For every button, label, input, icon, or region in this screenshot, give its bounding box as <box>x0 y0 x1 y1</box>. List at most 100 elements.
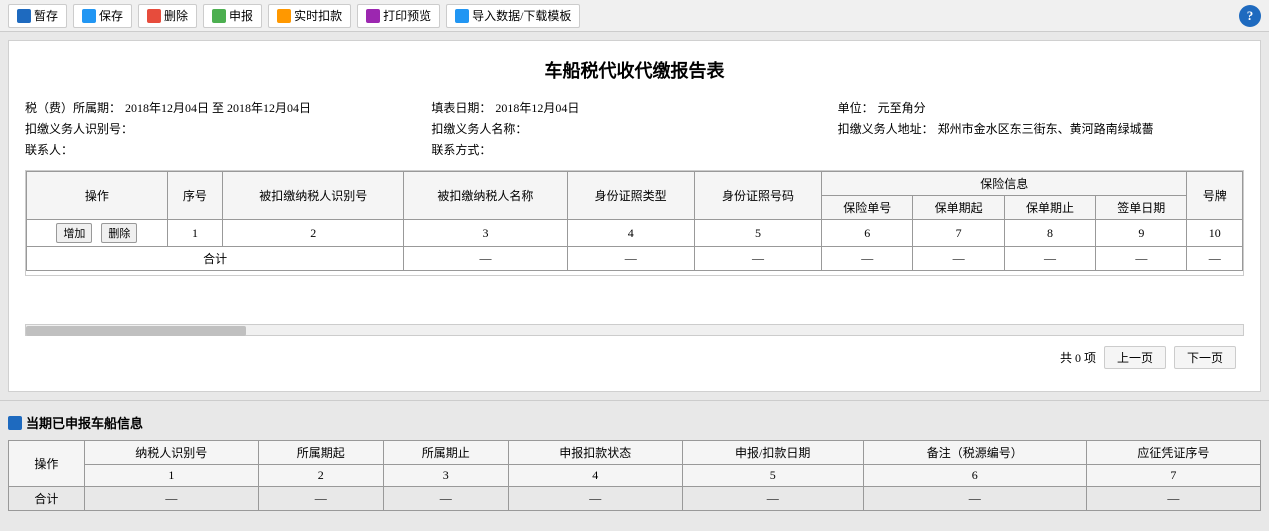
s2-summary-col6: — <box>682 487 863 511</box>
withhold-addr-value: 郑州市金水区东三街东、黄河路南绿城薔 <box>938 120 1154 137</box>
import-icon <box>455 9 469 23</box>
contact-method-label: 联系方式： <box>431 141 491 158</box>
table-cell-col10: 9 <box>1096 220 1187 247</box>
section2-header: 当期已申报车船信息 <box>8 413 1269 432</box>
table-cell-col4: 3 <box>404 220 567 247</box>
toolbar: 暂存 保存 删除 申报 实时扣款 打印预览 导入数据/下载模板 ? <box>0 0 1269 32</box>
tax-period-label: 税（费）所属期： <box>25 99 121 116</box>
pagination-total: 共 0 项 <box>1060 349 1096 366</box>
s2-summary-col2: — <box>84 487 258 511</box>
th-taxpayer-name: 被扣缴纳税人名称 <box>404 172 567 220</box>
s2-th-taxpayer-id: 纳税人识别号 <box>84 441 258 465</box>
section2-summary-row: 合计 — — — — — — — <box>9 487 1261 511</box>
print-preview-button[interactable]: 打印预览 <box>357 4 440 28</box>
s2-summary-col4: — <box>383 487 508 511</box>
temp-save-button[interactable]: 暂存 <box>8 4 67 28</box>
s2-th-status: 申报扣款状态 <box>508 441 682 465</box>
th-seq: 序号 <box>167 172 222 220</box>
submit-icon <box>212 9 226 23</box>
meta-row-3: 联系人： 联系方式： <box>25 141 1244 158</box>
main-content: 车船税代收代缴报告表 税（费）所属期： 2018年12月04日 至 2018年1… <box>8 40 1261 392</box>
tax-period-value: 2018年12月04日 至 2018年12月04日 <box>125 99 311 116</box>
help-button[interactable]: ? <box>1239 5 1261 27</box>
s2-th-num-4: 3 <box>383 465 508 487</box>
section2-table: 操作 纳税人识别号 所属期起 所属期止 申报扣款状态 申报/扣款日期 备注（税源… <box>8 440 1261 511</box>
meta-section: 税（费）所属期： 2018年12月04日 至 2018年12月04日 填表日期：… <box>25 99 1244 158</box>
prev-page-button[interactable]: 上一页 <box>1104 346 1166 369</box>
realtime-pay-button[interactable]: 实时扣款 <box>268 4 351 28</box>
delete-button[interactable]: 删除 <box>138 4 197 28</box>
th-id-no: 身份证照号码 <box>694 172 821 220</box>
s2-summary-col3: — <box>258 487 383 511</box>
summary-col4: — <box>404 247 567 271</box>
unit-cell: 单位： 元至角分 <box>838 99 1244 116</box>
main-table-scroll: 操作 序号 被扣缴纳税人识别号 被扣缴纳税人名称 身份证照类型 身份证照号码 保… <box>25 170 1244 276</box>
table-cell-col7: 6 <box>822 220 913 247</box>
horizontal-scrollbar[interactable] <box>25 324 1244 336</box>
s2-summary-col7: — <box>863 487 1086 511</box>
unit-value: 元至角分 <box>878 99 926 116</box>
contact-cell: 联系人： <box>25 141 431 158</box>
section2-header-row-1: 操作 纳税人识别号 所属期起 所属期止 申报扣款状态 申报/扣款日期 备注（税源… <box>9 441 1261 465</box>
s2-th-period-start: 所属期起 <box>258 441 383 465</box>
help-area: ? <box>1239 5 1261 27</box>
save-button[interactable]: 保存 <box>73 4 132 28</box>
th-sign-date: 签单日期 <box>1096 196 1187 220</box>
summary-col6: — <box>694 247 821 271</box>
pay-icon <box>277 9 291 23</box>
s2-th-num-3: 2 <box>258 465 383 487</box>
summary-col5: — <box>567 247 694 271</box>
submit-button[interactable]: 申报 <box>203 4 262 28</box>
withhold-id-cell: 扣缴义务人识别号： <box>25 120 431 137</box>
delete-icon <box>147 9 161 23</box>
s2-summary-col8: — <box>1086 487 1260 511</box>
table-cell-seq: 1 <box>167 220 222 247</box>
table-cell-col5: 4 <box>567 220 694 247</box>
main-table: 操作 序号 被扣缴纳税人识别号 被扣缴纳税人名称 身份证照类型 身份证照号码 保… <box>26 171 1243 271</box>
table-cell-col11: 10 <box>1187 220 1243 247</box>
import-data-button[interactable]: 导入数据/下载模板 <box>446 4 580 28</box>
print-icon <box>366 9 380 23</box>
summary-col10: — <box>1096 247 1187 271</box>
add-row-button[interactable]: 增加 <box>56 223 92 243</box>
summary-label: 合计 <box>27 247 404 271</box>
s2-th-remark: 备注（税源编号） <box>863 441 1086 465</box>
withhold-addr-label: 扣缴义务人地址： <box>838 120 934 137</box>
s2-th-num-7: 6 <box>863 465 1086 487</box>
s2-summary-label: 合计 <box>9 487 85 511</box>
delete-row-button[interactable]: 删除 <box>101 223 137 243</box>
table-cell-col6: 5 <box>694 220 821 247</box>
summary-col7: — <box>822 247 913 271</box>
s2-th-num-2: 1 <box>84 465 258 487</box>
empty-space <box>25 276 1244 324</box>
withhold-name-label: 扣缴义务人名称： <box>431 120 527 137</box>
s2-th-voucher: 应征凭证序号 <box>1086 441 1260 465</box>
th-plate: 号牌 <box>1187 172 1243 220</box>
summary-col8: — <box>913 247 1004 271</box>
s2-th-date: 申报/扣款日期 <box>682 441 863 465</box>
table-cell-col9: 8 <box>1004 220 1095 247</box>
th-ins-start: 保单期起 <box>913 196 1004 220</box>
section2-header-row-2: 1 2 3 4 5 6 7 <box>9 465 1261 487</box>
s2-th-num-6: 5 <box>682 465 863 487</box>
table-row: 增加 删除 1 2 3 4 5 6 7 8 9 10 <box>27 220 1243 247</box>
section2-content: 操作 纳税人识别号 所属期起 所属期止 申报扣款状态 申报/扣款日期 备注（税源… <box>8 440 1261 511</box>
th-insurance-group: 保险信息 <box>822 172 1187 196</box>
s2-th-num-5: 4 <box>508 465 682 487</box>
section2-title: 当期已申报车船信息 <box>26 413 143 432</box>
fill-date-label: 填表日期： <box>431 99 491 116</box>
s2-th-op: 操作 <box>9 441 85 487</box>
summary-col11: — <box>1187 247 1243 271</box>
empty-cell <box>838 141 1244 158</box>
tax-period-cell: 税（费）所属期： 2018年12月04日 至 2018年12月04日 <box>25 99 431 116</box>
save-icon <box>82 9 96 23</box>
fill-date-cell: 填表日期： 2018年12月04日 <box>431 99 837 116</box>
fill-date-value: 2018年12月04日 <box>495 99 579 116</box>
th-id-type: 身份证照类型 <box>567 172 694 220</box>
meta-row-1: 税（费）所属期： 2018年12月04日 至 2018年12月04日 填表日期：… <box>25 99 1244 116</box>
section2-icon <box>8 416 22 430</box>
s2-summary-col5: — <box>508 487 682 511</box>
temp-save-icon <box>17 9 31 23</box>
table-header-row-1: 操作 序号 被扣缴纳税人识别号 被扣缴纳税人名称 身份证照类型 身份证照号码 保… <box>27 172 1243 196</box>
next-page-button[interactable]: 下一页 <box>1174 346 1236 369</box>
